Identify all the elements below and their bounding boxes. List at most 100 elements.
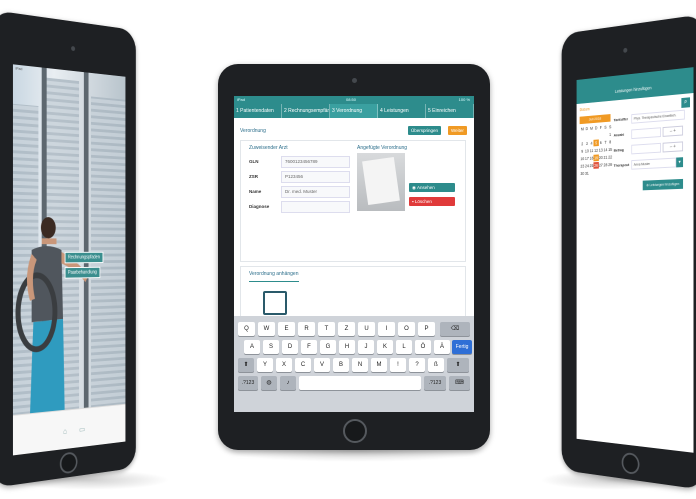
home-tab-icon[interactable]: ⌂ (63, 427, 69, 436)
therapeut-field[interactable]: Anna Muster (631, 157, 677, 170)
shift-icon: ⬆ (243, 362, 249, 368)
zsr-field[interactable]: P123456 (281, 171, 350, 183)
right-home-button[interactable] (621, 451, 640, 476)
backspace-key[interactable]: ⌫ (440, 322, 470, 336)
document-tab-icon[interactable]: ▭ (79, 425, 85, 434)
zsr-label: ZSR (249, 174, 258, 179)
hide-keyboard-key[interactable]: ⌨ (449, 376, 470, 390)
key-s[interactable]: S (263, 340, 279, 354)
key-b[interactable]: B (333, 358, 349, 372)
key-exclaim[interactable]: ! (390, 358, 406, 372)
key-t[interactable]: T (318, 322, 335, 336)
rechnungspfaden-button[interactable]: Rechnungspfaden (64, 251, 104, 264)
anzahl-stepper[interactable]: – + (662, 125, 684, 137)
step-rechnungsempfaenger[interactable]: 2 Rechnungsempfänger (282, 104, 330, 118)
key-p[interactable]: P (418, 322, 435, 336)
key-l[interactable]: L (396, 340, 412, 354)
key-u[interactable]: U (358, 322, 375, 336)
shift-key-left[interactable]: ⬆ (238, 358, 254, 372)
skip-button[interactable]: Überspringen (408, 126, 442, 135)
attach-divider (249, 281, 299, 282)
day-31[interactable]: 31 (584, 170, 589, 177)
key-n[interactable]: N (352, 358, 368, 372)
globe-key[interactable]: ◍ (261, 376, 277, 390)
key-i[interactable]: I (378, 322, 395, 336)
key-k[interactable]: K (377, 340, 393, 354)
therapeut-dropdown-icon[interactable]: ▾ (676, 157, 684, 168)
key-d[interactable]: D (282, 340, 298, 354)
delete-button-label: Löschen (414, 199, 432, 204)
betrag-label: Betrag (613, 147, 624, 153)
shift-right-icon: ⬆ (455, 362, 461, 368)
view-button[interactable]: ◉ Ansehen (409, 183, 455, 192)
left-tablet: iPad Rechnungspfaden Paarbehandlung ⌂ ▭ (0, 10, 136, 488)
key-r[interactable]: R (298, 322, 315, 336)
search-icon[interactable]: ⌕ (681, 97, 690, 108)
key-e[interactable]: E (278, 322, 295, 336)
name-field[interactable]: Dr. med. Muster (281, 186, 350, 198)
shift-key-right[interactable]: ⬆ (447, 358, 469, 372)
key-a[interactable]: A (244, 340, 260, 354)
key-y[interactable]: Y (257, 358, 273, 372)
paarbehandlung-button[interactable]: Paarbehandlung (64, 266, 101, 279)
betrag-stepper[interactable]: – + (662, 141, 684, 153)
right-app-screen: Leistungen hinzufügen Datum Juli 2018 M … (576, 67, 694, 453)
add-services-label: Leistungen hinzufügen (649, 182, 680, 188)
name-label: Name (249, 189, 262, 194)
betrag-field[interactable] (631, 142, 661, 155)
key-question[interactable]: ? (409, 358, 425, 372)
key-sz[interactable]: ß (428, 358, 444, 372)
key-f[interactable]: F (301, 340, 317, 354)
calendar-month: Juli 2018 (579, 114, 611, 125)
done-key[interactable]: Fertig (452, 340, 472, 354)
key-j[interactable]: J (358, 340, 374, 354)
key-o[interactable]: O (398, 322, 415, 336)
next-button[interactable]: Weiter (448, 126, 467, 135)
key-oe[interactable]: Ö (415, 340, 431, 354)
day-15[interactable]: 15 (607, 146, 613, 153)
scan-icon[interactable] (263, 291, 287, 315)
anzahl-field[interactable] (631, 127, 661, 140)
gln-field[interactable]: 7600123456789 (281, 156, 350, 168)
key-q[interactable]: Q (238, 322, 255, 336)
left-app-screen: iPad Rechnungspfaden Paarbehandlung ⌂ ▭ (12, 64, 126, 456)
step-patientendaten[interactable]: 1 Patientendaten (234, 104, 282, 118)
step-verordnung[interactable]: 3 Verordnung (330, 104, 378, 118)
numbers-key-right[interactable]: .?123 (424, 376, 446, 390)
keyboard-icon: ⌨ (455, 380, 464, 386)
day-22[interactable]: 22 (607, 154, 613, 161)
key-x[interactable]: X (276, 358, 292, 372)
center-home-button[interactable] (343, 419, 367, 443)
space-key[interactable] (299, 376, 421, 390)
diagnose-field[interactable] (281, 201, 350, 213)
day-8[interactable]: 8 (607, 138, 613, 145)
key-ae[interactable]: Ä (434, 340, 450, 354)
status-device: iPad (237, 97, 246, 102)
key-w[interactable]: W (258, 322, 275, 336)
doctor-card: Zuweisender Arzt GLN 7600123456789 ZSR P… (240, 140, 466, 262)
add-services-button[interactable]: ⊕ Leistungen hinzufügen (642, 178, 684, 191)
form-area: ⌕ Tarifziffer Phys. Therapeutische Einze… (614, 97, 692, 218)
step-leistungen[interactable]: 4 Leistungen (378, 104, 426, 118)
day-1[interactable]: 1 (607, 131, 613, 138)
status-bar: iPad 08:50 100 % (234, 96, 474, 104)
key-g[interactable]: G (320, 340, 336, 354)
view-button-label: Ansehen (416, 185, 435, 190)
step-einreichen[interactable]: 5 Einreichen (426, 104, 474, 118)
card-title: Zuweisender Arzt (249, 145, 288, 151)
key-m[interactable]: M (371, 358, 387, 372)
center-camera (352, 78, 357, 83)
tarifziffer-field[interactable]: Phys. Therapeutische Einzelbeh. (631, 109, 685, 124)
numbers-key-left[interactable]: .?123 (238, 376, 258, 390)
left-home-button[interactable] (59, 451, 78, 475)
mic-key[interactable]: ♪ (280, 376, 296, 390)
key-z[interactable]: Z (338, 322, 355, 336)
day-29[interactable]: 29 (607, 161, 613, 168)
therapeut-label: Therapeut (613, 162, 630, 168)
key-c[interactable]: C (295, 358, 311, 372)
key-h[interactable]: H (339, 340, 355, 354)
diagnose-label: Diagnose (249, 204, 270, 209)
delete-button[interactable]: ▪ Löschen (409, 197, 455, 206)
prescription-thumbnail[interactable] (357, 153, 405, 211)
key-v[interactable]: V (314, 358, 330, 372)
